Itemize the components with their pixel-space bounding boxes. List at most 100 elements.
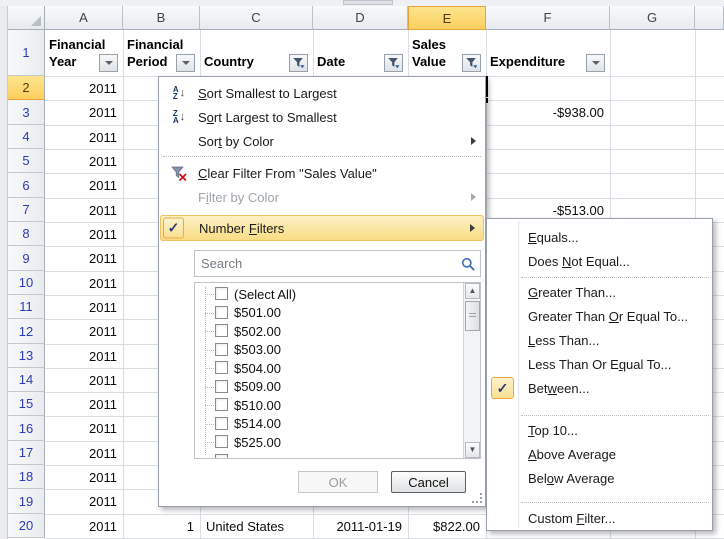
checkbox-unchecked[interactable] [215, 417, 228, 430]
checkbox-unchecked[interactable] [215, 324, 228, 337]
cell-c20[interactable]: United States [200, 514, 313, 538]
menu-item-sort-by-color[interactable]: Sort by Color [160, 129, 484, 153]
column-header-a[interactable]: A [45, 6, 123, 30]
column-header-f[interactable]: F [486, 6, 610, 30]
search-input[interactable] [195, 251, 480, 276]
menu-item-filter-by-color[interactable]: Filter by Color [160, 185, 484, 209]
menu-item-above-average[interactable]: Above Average [487, 442, 712, 466]
menu-item-custom-filter[interactable]: Custom Filter... [487, 506, 712, 530]
row-header-2[interactable]: 2 [8, 76, 45, 100]
menu-item-top-10[interactable]: Top 10... [487, 418, 712, 442]
sales-value-filtered-funnel-button[interactable] [462, 54, 481, 72]
column-header-d[interactable]: D [313, 6, 408, 30]
row-header-10[interactable]: 10 [8, 271, 45, 295]
cell-a13[interactable]: 2011 [45, 344, 123, 368]
search-icon[interactable] [461, 257, 475, 276]
filter-value-514-00[interactable]: $514.00 [195, 415, 445, 433]
row-header-12[interactable]: 12 [8, 319, 45, 344]
cell-a5[interactable]: 2011 [45, 149, 123, 173]
cancel-button[interactable]: Cancel [391, 471, 466, 493]
ok-button[interactable]: OK [298, 471, 378, 493]
menu-item-number-filters[interactable]: ✓Number Filters [160, 215, 484, 241]
cell-a14[interactable]: 2011 [45, 368, 123, 392]
column-header-b[interactable]: B [123, 6, 200, 30]
cell-a17[interactable]: 2011 [45, 441, 123, 465]
scroll-thumb[interactable] [465, 301, 480, 331]
cell-a19[interactable]: 2011 [45, 489, 123, 514]
menu-item-greater-than[interactable]: Greater Than... [487, 280, 712, 304]
column-header-e[interactable]: E [408, 6, 486, 30]
menu-item-between[interactable]: ✓Between... [487, 376, 712, 400]
cell-a16[interactable]: 2011 [45, 416, 123, 441]
scroll-up-icon[interactable]: ▲ [465, 283, 480, 299]
filter-value-509-00[interactable]: $509.00 [195, 378, 445, 396]
filter-value-503-00[interactable]: $503.00 [195, 341, 445, 359]
date-filtered-funnel-button[interactable] [384, 54, 403, 72]
checkbox-unchecked[interactable] [215, 361, 228, 374]
row-header-14[interactable]: 14 [8, 368, 45, 392]
row-header-9[interactable]: 9 [8, 246, 45, 271]
financial-period-dropdown-button[interactable] [176, 54, 195, 72]
cell-a9[interactable]: 2011 [45, 246, 123, 271]
cell-f3[interactable]: -$938.00 [486, 100, 610, 125]
cell-a12[interactable]: 2011 [45, 319, 123, 344]
filter-value-502-00[interactable]: $502.00 [195, 322, 445, 340]
row-header-20[interactable]: 20 [8, 514, 45, 538]
filter-value-510-00[interactable]: $510.00 [195, 396, 445, 414]
checkbox-unchecked[interactable] [215, 287, 228, 300]
menu-item-sort-smallest-to-largest[interactable]: AZ↓Sort Smallest to Largest [160, 81, 484, 105]
checkbox-unchecked[interactable] [215, 398, 228, 411]
cell-a15[interactable]: 2011 [45, 392, 123, 416]
row-header-18[interactable]: 18 [8, 465, 45, 489]
row-header-17[interactable]: 17 [8, 441, 45, 465]
filter-value-select-all[interactable]: (Select All) [195, 285, 445, 303]
filter-value-501-00[interactable]: $501.00 [195, 304, 445, 322]
cell-a3[interactable]: 2011 [45, 100, 123, 125]
cell-b20[interactable]: 1 [123, 514, 200, 538]
menu-item-less-than[interactable]: Less Than... [487, 328, 712, 352]
expenditure-dropdown-button[interactable] [586, 54, 605, 72]
menu-item-does-not-equal[interactable]: Does Not Equal... [487, 249, 712, 273]
column-header-g[interactable]: G [610, 6, 695, 30]
scroll-down-icon[interactable]: ▼ [465, 442, 480, 458]
cell-a7[interactable]: 2011 [45, 198, 123, 222]
menu-item-less-than-or-equal-to[interactable]: Less Than Or Equal To... [487, 352, 712, 376]
row-header-5[interactable]: 5 [8, 149, 45, 173]
menu-item-greater-than-or-equal-to[interactable]: Greater Than Or Equal To... [487, 304, 712, 328]
checkbox-unchecked[interactable] [215, 435, 228, 448]
cell-a2[interactable]: 2011 [45, 76, 123, 100]
list-scrollbar[interactable]: ▲ ▼ [463, 283, 480, 458]
cell-a6[interactable]: 2011 [45, 173, 123, 198]
checkbox-unchecked[interactable] [215, 380, 228, 393]
row-header-4[interactable]: 4 [8, 125, 45, 149]
financial-year-dropdown-button[interactable] [99, 54, 118, 72]
cell-a11[interactable]: 2011 [45, 295, 123, 319]
cell-a18[interactable]: 2011 [45, 465, 123, 489]
row-header-7[interactable]: 7 [8, 198, 45, 222]
cell-a10[interactable]: 2011 [45, 271, 123, 295]
row-header-15[interactable]: 15 [8, 392, 45, 416]
row-header-8[interactable]: 8 [8, 222, 45, 246]
menu-item-equals[interactable]: Equals... [487, 225, 712, 249]
filter-value-525-00[interactable]: $525.00 [195, 433, 445, 451]
row-header-3[interactable]: 3 [8, 100, 45, 125]
row-header-13[interactable]: 13 [8, 344, 45, 368]
cell-a20[interactable]: 2011 [45, 514, 123, 538]
checkbox-unchecked[interactable] [215, 343, 228, 356]
resize-grip[interactable] [472, 493, 482, 503]
cell-a4[interactable]: 2011 [45, 125, 123, 149]
menu-item-below-average[interactable]: Below Average [487, 466, 712, 490]
country-filtered-funnel-button[interactable] [289, 54, 308, 72]
checkbox-unchecked[interactable] [215, 306, 228, 319]
select-all-corner[interactable] [8, 6, 45, 30]
cell-a8[interactable]: 2011 [45, 222, 123, 246]
row-header-6[interactable]: 6 [8, 173, 45, 198]
menu-item-sort-largest-to-smallest[interactable]: ZA↓Sort Largest to Smallest [160, 105, 484, 129]
row-header-1[interactable]: 1 [8, 30, 45, 76]
menu-item-clear-filter-from-sales-value[interactable]: Clear Filter From "Sales Value" [160, 161, 484, 185]
column-header-c[interactable]: C [200, 6, 313, 30]
row-header-16[interactable]: 16 [8, 416, 45, 441]
cell-d20[interactable]: 2011-01-19 [313, 514, 408, 538]
cell-e20[interactable]: $822.00 [408, 514, 486, 538]
filter-value-504-00[interactable]: $504.00 [195, 359, 445, 377]
